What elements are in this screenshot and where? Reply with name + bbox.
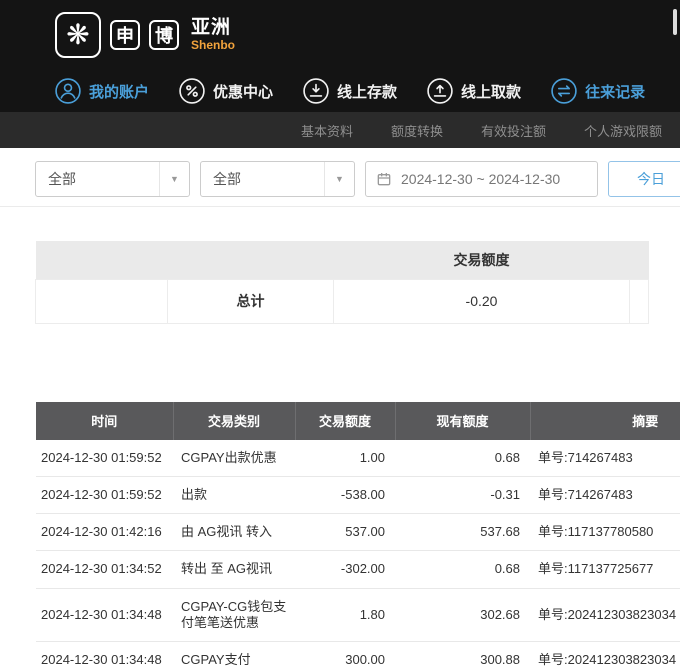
cell-note: 单号:714267483 <box>530 440 680 477</box>
cell-type: CGPAY-CG钱包支付笔笔送优惠 <box>173 588 295 642</box>
flower-logo-icon: ❋ <box>55 12 101 58</box>
cell-type: 出款 <box>173 476 295 513</box>
flower-glyph: ❋ <box>66 21 89 49</box>
cell-amount: 537.00 <box>295 514 395 551</box>
cell-type: CGPAY支付 <box>173 642 295 672</box>
cell-time: 2024-12-30 01:34:48 <box>36 642 173 672</box>
table-row: 2024-12-30 01:34:48 CGPAY-CG钱包支付笔笔送优惠 1.… <box>36 588 680 642</box>
cell-time: 2024-12-30 01:34:48 <box>36 588 173 642</box>
logo-char-shen: 申 <box>110 20 140 50</box>
table-row: 2024-12-30 01:59:52 出款 -538.00 -0.31 单号:… <box>36 476 680 513</box>
nav-item-withdraw[interactable]: 线上取款 <box>427 78 521 104</box>
brand-text: 亚洲 Shenbo <box>191 17 235 53</box>
cell-amount: -538.00 <box>295 476 395 513</box>
col-header-time: 时间 <box>36 402 173 440</box>
category-select-value: 全部 <box>48 169 76 189</box>
col-header-balance: 现有额度 <box>395 402 530 440</box>
deposit-icon <box>303 78 329 104</box>
subnav-item-valid-bets[interactable]: 有效投注额 <box>481 121 546 140</box>
table-row: 2024-12-30 01:42:16 由 AG视讯 转入 537.00 537… <box>36 514 680 551</box>
cell-balance: 0.68 <box>395 440 530 477</box>
page: ❋ 申 博 亚洲 Shenbo 我的账户 优惠中心 <box>0 0 680 672</box>
chevron-down-icon: ▼ <box>324 162 354 196</box>
summary-section: 交易额度 总计 -0.20 <box>35 241 680 324</box>
promo-icon <box>179 78 205 104</box>
nav-label: 优惠中心 <box>213 81 273 102</box>
summary-total-row: 总计 -0.20 <box>36 279 649 323</box>
main-nav: 我的账户 优惠中心 线上存款 线上取款 往来记录 <box>0 70 680 112</box>
category-select[interactable]: 全部 ▼ <box>35 161 190 197</box>
nav-item-my-account[interactable]: 我的账户 <box>55 78 149 104</box>
summary-total-label: 总计 <box>168 279 334 323</box>
col-header-type: 交易类别 <box>173 402 295 440</box>
nav-item-promotions[interactable]: 优惠中心 <box>179 78 273 104</box>
nav-label: 线上取款 <box>461 81 521 102</box>
summary-header-amount: 交易额度 <box>334 241 630 279</box>
cell-type: CGPAY出款优惠 <box>173 440 295 477</box>
summary-header-row: 交易额度 <box>36 241 649 279</box>
transactions-header-row: 时间 交易类别 交易额度 现有额度 摘要 <box>36 402 680 440</box>
nav-label: 我的账户 <box>89 81 149 102</box>
subnav-item-game-limits[interactable]: 个人游戏限额 <box>584 121 662 140</box>
col-header-note: 摘要 <box>530 402 680 440</box>
cell-type: 转出 至 AG视讯 <box>173 551 295 588</box>
cell-balance: 537.68 <box>395 514 530 551</box>
date-range-value: 2024-12-30 ~ 2024-12-30 <box>401 171 560 187</box>
cell-amount: 300.00 <box>295 642 395 672</box>
cell-balance: -0.31 <box>395 476 530 513</box>
cell-note: 单号:202412303823034 <box>530 588 680 642</box>
cell-note: 单号:117137780580 <box>530 514 680 551</box>
summary-header-cut <box>630 241 649 279</box>
nav-label: 往来记录 <box>585 81 645 102</box>
summary-cut-cell <box>630 279 649 323</box>
cell-time: 2024-12-30 01:42:16 <box>36 514 173 551</box>
cell-amount: 1.80 <box>295 588 395 642</box>
table-row: 2024-12-30 01:59:52 CGPAY出款优惠 1.00 0.68 … <box>36 440 680 477</box>
scrollbar-thumb[interactable] <box>673 9 677 35</box>
withdraw-icon <box>427 78 453 104</box>
sub-nav: 基本资料 额度转换 有效投注额 个人游戏限额 <box>0 112 680 148</box>
table-row: 2024-12-30 01:34:52 转出 至 AG视讯 -302.00 0.… <box>36 551 680 588</box>
table-row: 2024-12-30 01:34:48 CGPAY支付 300.00 300.8… <box>36 642 680 672</box>
cell-balance: 300.88 <box>395 642 530 672</box>
date-range-input[interactable]: 2024-12-30 ~ 2024-12-30 <box>365 161 598 197</box>
cell-note: 单号:714267483 <box>530 476 680 513</box>
cell-balance: 0.68 <box>395 551 530 588</box>
brand-name-en: Shenbo <box>191 39 235 53</box>
cell-note: 单号:202412303823034 <box>530 642 680 672</box>
transactions-body: 2024-12-30 01:59:52 CGPAY出款优惠 1.00 0.68 … <box>36 440 680 672</box>
cell-balance: 302.68 <box>395 588 530 642</box>
summary-table: 交易额度 总计 -0.20 <box>35 241 649 324</box>
cell-note: 单号:117137725677 <box>530 551 680 588</box>
cell-time: 2024-12-30 01:59:52 <box>36 476 173 513</box>
nav-item-transfer-records[interactable]: 往来记录 <box>551 78 645 104</box>
transactions-section: 时间 交易类别 交易额度 现有额度 摘要 2024-12-30 01:59:52… <box>36 402 680 672</box>
col-header-amount: 交易额度 <box>295 402 395 440</box>
transfer-records-icon <box>551 78 577 104</box>
cell-time: 2024-12-30 01:34:52 <box>36 551 173 588</box>
logo-char-bo: 博 <box>149 20 179 50</box>
status-select-value: 全部 <box>213 169 241 189</box>
chevron-down-icon: ▼ <box>159 162 189 196</box>
brand-logo[interactable]: ❋ 申 博 亚洲 Shenbo <box>55 12 235 58</box>
user-icon <box>55 78 81 104</box>
top-header: ❋ 申 博 亚洲 Shenbo <box>0 0 680 70</box>
subnav-item-credit-transfer[interactable]: 额度转换 <box>391 121 443 140</box>
transactions-table: 时间 交易类别 交易额度 现有额度 摘要 2024-12-30 01:59:52… <box>36 402 680 672</box>
cell-amount: -302.00 <box>295 551 395 588</box>
calendar-icon <box>376 171 392 187</box>
status-select[interactable]: 全部 ▼ <box>200 161 355 197</box>
brand-region: 亚洲 <box>191 17 235 39</box>
today-button[interactable]: 今日 <box>608 161 680 197</box>
filter-bar: 全部 ▼ 全部 ▼ 2024-12-30 ~ 2024-12-30 今日 <box>0 148 680 207</box>
cell-time: 2024-12-30 01:59:52 <box>36 440 173 477</box>
summary-header-blank <box>36 241 334 279</box>
nav-item-deposit[interactable]: 线上存款 <box>303 78 397 104</box>
cell-amount: 1.00 <box>295 440 395 477</box>
summary-blank-cell <box>36 279 168 323</box>
subnav-item-basic-info[interactable]: 基本资料 <box>301 121 353 140</box>
cell-type: 由 AG视讯 转入 <box>173 514 295 551</box>
nav-label: 线上存款 <box>337 81 397 102</box>
summary-total-value: -0.20 <box>334 279 630 323</box>
